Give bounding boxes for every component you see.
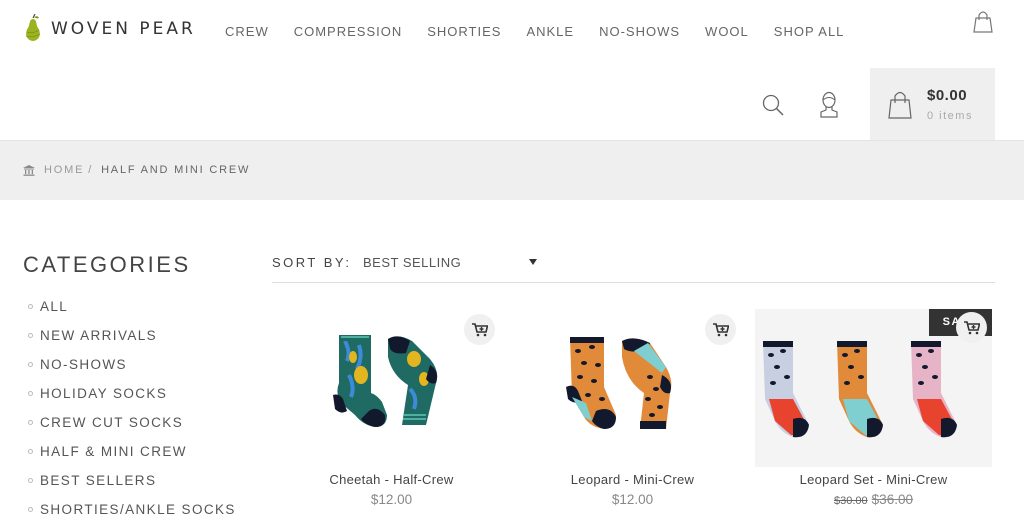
category-item-crew-cut-socks[interactable]: CREW CUT SOCKS — [28, 415, 236, 444]
chevron-down-icon — [529, 259, 537, 265]
product-card: SALE Leopard Set - Mini-Crew $30.00$36.0… — [755, 309, 992, 523]
breadcrumb-separator: / — [88, 164, 94, 176]
breadcrumb: HOME / HALF AND MINI CREW — [23, 164, 250, 176]
category-label: ALL — [40, 299, 69, 314]
category-item-best-sellers[interactable]: BEST SELLERS — [28, 473, 236, 502]
product-sale-price: $36.00 — [871, 492, 913, 507]
categories-title: CATEGORIES — [23, 252, 191, 277]
category-item-holiday-socks[interactable]: HOLIDAY SOCKS — [28, 386, 236, 415]
add-to-cart-button[interactable] — [705, 314, 736, 345]
cart-add-icon — [471, 322, 489, 337]
breadcrumb-current: HALF AND MINI CREW — [101, 164, 251, 176]
nav-shorties[interactable]: SHORTIES — [427, 24, 501, 39]
nav-shop-all[interactable]: SHOP ALL — [774, 24, 845, 39]
product-card: Leopard - Mini-Crew $12.00 — [514, 309, 751, 523]
category-label: SHORTIES/ANKLE SOCKS — [40, 502, 236, 517]
mini-cart[interactable]: $0.00 0 items — [870, 68, 995, 140]
nav-no-shows[interactable]: NO-SHOWS — [599, 24, 680, 39]
cart-total: $0.00 — [927, 87, 968, 104]
bullet — [28, 478, 33, 483]
bullet — [28, 507, 33, 512]
breadcrumb-bar: HOME / HALF AND MINI CREW — [0, 140, 1024, 200]
product-price: $12.00 — [611, 492, 654, 507]
product-price: $30.00 $36.00 — [755, 492, 992, 507]
home-icon[interactable] — [23, 164, 35, 176]
cart-add-icon — [712, 322, 730, 337]
bullet — [28, 420, 33, 425]
bullet — [28, 449, 33, 454]
product-name[interactable]: Cheetah - Half-Crew — [273, 472, 510, 487]
category-label: CREW CUT SOCKS — [40, 415, 184, 430]
category-label: NO-SHOWS — [40, 357, 127, 372]
category-label: HALF & MINI CREW — [40, 444, 187, 459]
nav-wool[interactable]: WOOL — [705, 24, 749, 39]
sort-select[interactable]: BEST SELLING — [363, 254, 541, 274]
product-name[interactable]: Leopard - Mini-Crew — [514, 472, 751, 487]
search-icon[interactable] — [761, 93, 785, 117]
add-to-cart-button[interactable] — [464, 314, 495, 345]
cart-add-icon — [963, 320, 981, 335]
bullet — [28, 391, 33, 396]
nav-compression[interactable]: COMPRESSION — [294, 24, 403, 39]
sort-label: SORT BY: — [272, 255, 352, 270]
product-name[interactable]: Leopard Set - Mini-Crew — [755, 472, 992, 487]
add-to-cart-button[interactable] — [956, 312, 987, 343]
product-card: Cheetah - Half-Crew $12.00 — [273, 309, 510, 523]
category-item-shorties-ankle[interactable]: SHORTIES/ANKLE SOCKS — [28, 502, 236, 523]
main-nav: CREW COMPRESSION SHORTIES ANKLE NO-SHOWS… — [225, 24, 869, 39]
category-item-no-shows[interactable]: NO-SHOWS — [28, 357, 236, 386]
category-item-all[interactable]: ALL — [28, 299, 236, 328]
product-price: $12.00 — [370, 492, 413, 507]
category-label: NEW ARRIVALS — [40, 328, 158, 343]
brand-name: WOVEN PEAR — [51, 19, 196, 39]
category-label: BEST SELLERS — [40, 473, 157, 488]
bullet — [28, 362, 33, 367]
sort-bar: SORT BY: BEST SELLING — [272, 254, 995, 283]
breadcrumb-home[interactable]: HOME — [44, 164, 84, 176]
cart-bag-icon — [888, 90, 912, 120]
bullet — [28, 304, 33, 309]
category-label: HOLIDAY SOCKS — [40, 386, 168, 401]
account-icon[interactable] — [818, 91, 840, 119]
nav-ankle[interactable]: ANKLE — [526, 24, 574, 39]
pear-logo-icon — [23, 13, 43, 44]
shopping-bag-icon[interactable] — [973, 10, 993, 34]
brand-logo[interactable]: WOVEN PEAR — [23, 13, 196, 44]
sort-value: BEST SELLING — [363, 255, 462, 270]
category-item-new-arrivals[interactable]: NEW ARRIVALS — [28, 328, 236, 357]
nav-crew[interactable]: CREW — [225, 24, 269, 39]
bullet — [28, 333, 33, 338]
category-list: ALL NEW ARRIVALS NO-SHOWS HOLIDAY SOCKS … — [28, 299, 236, 523]
category-item-half-mini-crew[interactable]: HALF & MINI CREW — [28, 444, 236, 473]
product-original-price: $30.00 — [834, 495, 868, 507]
cart-item-count: 0 items — [927, 110, 973, 122]
